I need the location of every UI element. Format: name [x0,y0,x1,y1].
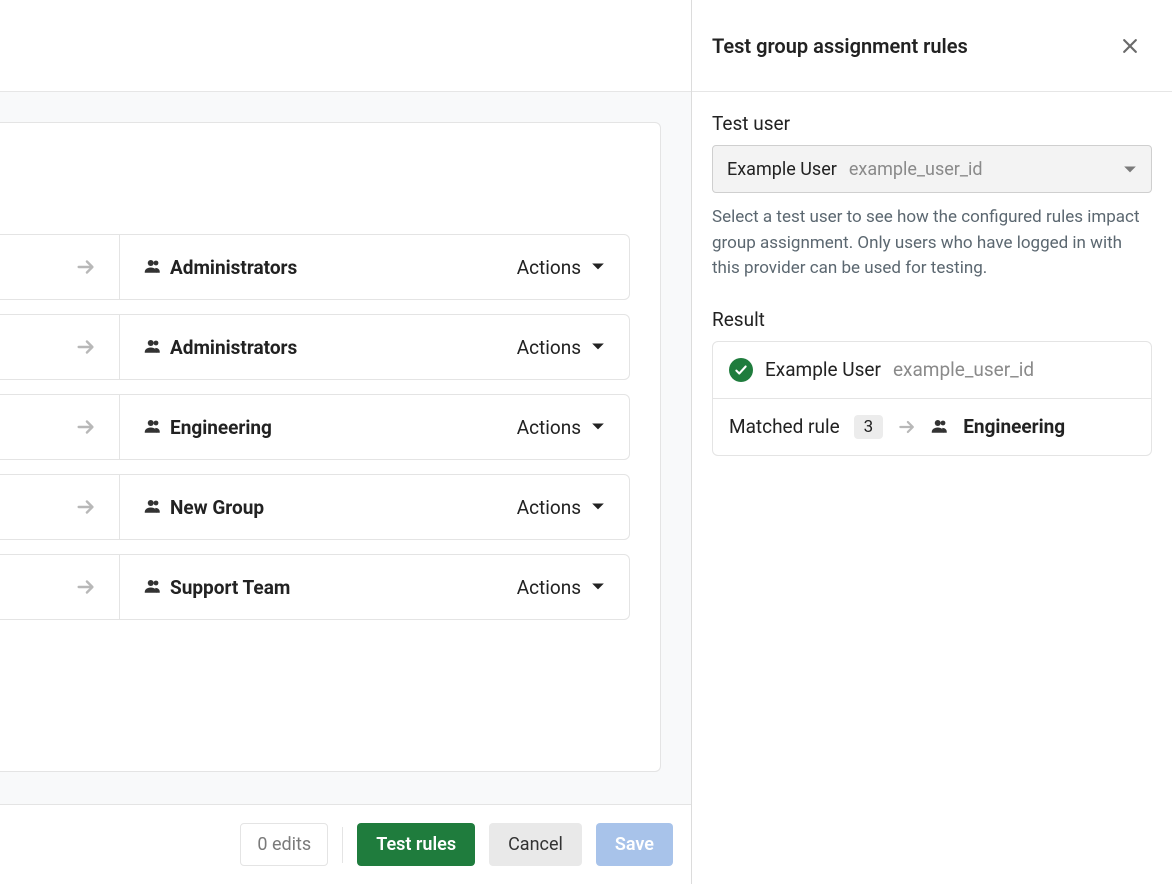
test-panel-body: Test user Example User example_user_id S… [692,92,1172,476]
users-icon [144,419,162,437]
caret-down-icon [591,502,605,512]
rule-row: Support Team Actions [0,554,630,620]
footer-bar: 0 edits Test rules Cancel Save [0,804,691,884]
check-circle-icon [729,358,753,382]
cancel-button[interactable]: Cancel [489,823,582,866]
rule-actions-dropdown[interactable]: Actions [507,490,615,525]
rule-actions-label: Actions [517,496,581,519]
rule-row: Administrators Actions [0,314,630,380]
users-icon [144,259,162,277]
test-user-label: Test user [712,112,1152,135]
arrow-right-icon [897,417,917,437]
rule-arrow-cell [0,235,120,299]
users-icon [931,419,949,437]
users-icon [144,499,162,517]
caret-down-icon [1123,160,1137,179]
arrow-right-icon [75,336,97,358]
arrow-right-icon [75,256,97,278]
rule-group-name: Engineering [170,416,272,439]
test-rules-button[interactable]: Test rules [357,823,475,866]
caret-down-icon [591,342,605,352]
rule-row: Engineering Actions [0,394,630,460]
rule-arrow-cell [0,475,120,539]
test-panel: Test group assignment rules Test user Ex… [692,0,1172,884]
test-user-select[interactable]: Example User example_user_id [712,145,1152,193]
footer-separator [342,827,343,863]
users-icon [144,579,162,597]
test-user-help-text: Select a test user to see how the config… [712,205,1152,282]
rule-group: Administrators [120,256,507,279]
rules-area: Administrators Actions [0,92,691,804]
rule-actions-dropdown[interactable]: Actions [507,410,615,445]
result-user-id: example_user_id [893,358,1034,381]
test-panel-header: Test group assignment rules [692,0,1172,92]
rule-group: Engineering [120,416,507,439]
arrow-right-icon [75,576,97,598]
rule-actions-label: Actions [517,256,581,279]
rule-group: Administrators [120,336,507,359]
rule-group-name: Administrators [170,336,297,359]
matched-group-name: Engineering [963,415,1065,438]
left-header-spacer [0,0,691,92]
save-button[interactable]: Save [596,823,673,866]
rule-group-name: Support Team [170,576,290,599]
test-panel-title: Test group assignment rules [712,34,968,58]
users-icon [144,339,162,357]
result-user-row: Example User example_user_id [713,342,1151,399]
matched-rule-label: Matched rule [729,415,840,438]
rule-group-name: New Group [170,496,264,519]
rules-section: Administrators Actions [0,0,692,884]
test-user-select-id: example_user_id [849,159,983,180]
caret-down-icon [591,262,605,272]
edits-counter: 0 edits [240,823,328,866]
rule-row: Administrators Actions [0,234,630,300]
rule-actions-label: Actions [517,336,581,359]
test-user-select-name: Example User [727,159,837,180]
rule-group: Support Team [120,576,507,599]
close-button[interactable] [1114,30,1146,62]
result-card: Example User example_user_id Matched rul… [712,341,1152,456]
caret-down-icon [591,422,605,432]
arrow-right-icon [75,416,97,438]
rule-arrow-cell [0,555,120,619]
caret-down-icon [591,582,605,592]
result-user-name: Example User [765,358,881,381]
rules-list: Administrators Actions [0,234,630,634]
result-match-row: Matched rule 3 Engineering [713,399,1151,455]
rule-arrow-cell [0,315,120,379]
arrow-right-icon [75,496,97,518]
rule-actions-label: Actions [517,576,581,599]
rule-actions-dropdown[interactable]: Actions [507,570,615,605]
result-label: Result [712,308,1152,331]
rule-group-name: Administrators [170,256,297,279]
rule-actions-label: Actions [517,416,581,439]
rule-actions-dropdown[interactable]: Actions [507,250,615,285]
rule-arrow-cell [0,395,120,459]
rule-row: New Group Actions [0,474,630,540]
matched-rule-index: 3 [854,415,884,439]
rule-actions-dropdown[interactable]: Actions [507,330,615,365]
close-icon [1120,41,1140,60]
rule-group: New Group [120,496,507,519]
